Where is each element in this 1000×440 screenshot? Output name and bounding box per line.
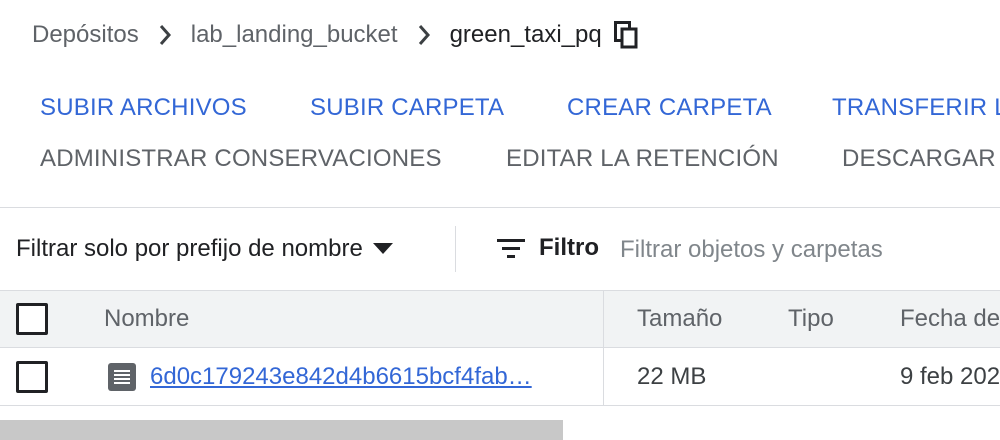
row-checkbox[interactable] <box>16 360 48 393</box>
upload-folder-button[interactable]: SUBIR CARPETA <box>310 94 504 122</box>
select-all-checkbox[interactable] <box>16 303 48 335</box>
column-header-size[interactable]: Tamaño <box>637 291 722 347</box>
file-icon <box>108 362 136 391</box>
horizontal-scrollbar[interactable] <box>0 408 1000 440</box>
column-resize-handle[interactable] <box>603 291 604 347</box>
table-header: Nombre Tamaño Tipo Fecha de <box>0 290 1000 348</box>
actions-row-primary: SUBIR ARCHIVOS SUBIR CARPETA CREAR CARPE… <box>0 88 1000 128</box>
filter-input[interactable] <box>620 230 1000 270</box>
breadcrumb-item-bucket[interactable]: lab_landing_bucket <box>191 21 398 49</box>
objects-table: Nombre Tamaño Tipo Fecha de 6d0c179243e8… <box>0 290 1000 406</box>
copy-icon[interactable] <box>613 21 638 49</box>
column-divider <box>603 348 604 405</box>
file-date: 9 feb 202 <box>900 362 1000 390</box>
caret-down-icon <box>372 243 393 255</box>
breadcrumb: Depósitos lab_landing_bucket green_taxi_… <box>32 14 638 56</box>
column-header-date[interactable]: Fecha de <box>900 291 1000 347</box>
upload-files-button[interactable]: SUBIR ARCHIVOS <box>40 94 247 122</box>
divider <box>455 226 456 272</box>
actions-row-secondary: ADMINISTRAR CONSERVACIONES EDITAR LA RET… <box>0 139 1000 179</box>
file-size: 22 MB <box>637 362 707 390</box>
filter-icon <box>497 237 525 261</box>
table-row: 6d0c179243e842d4b6615bcf4fab… 22 MB 9 fe… <box>0 348 1000 406</box>
edit-retention-button[interactable]: EDITAR LA RETENCIÓN <box>506 145 779 173</box>
file-name-link[interactable]: 6d0c179243e842d4b6615bcf4fab… <box>150 363 532 391</box>
transfer-button[interactable]: TRANSFERIR L <box>832 94 1000 122</box>
column-header-name[interactable]: Nombre <box>104 291 189 347</box>
prefix-filter-label: Filtrar solo por prefijo de nombre <box>16 235 363 262</box>
column-header-type[interactable]: Tipo <box>788 291 834 347</box>
breadcrumb-item-buckets[interactable]: Depósitos <box>32 21 139 49</box>
scrollbar-thumb[interactable] <box>0 420 563 440</box>
filter-bar: Filtrar solo por prefijo de nombre Filtr… <box>0 208 1000 290</box>
create-folder-button[interactable]: CREAR CARPETA <box>567 94 772 122</box>
page: Depósitos lab_landing_bucket green_taxi_… <box>0 0 1000 440</box>
filter-label: Filtro <box>539 234 599 261</box>
download-button[interactable]: DESCARGAR <box>842 145 996 173</box>
chevron-right-icon <box>398 24 450 46</box>
prefix-filter-dropdown[interactable]: Filtrar solo por prefijo de nombre <box>16 230 393 268</box>
chevron-right-icon <box>139 24 191 46</box>
manage-holds-button[interactable]: ADMINISTRAR CONSERVACIONES <box>40 145 442 173</box>
breadcrumb-item-current: green_taxi_pq <box>449 21 602 48</box>
